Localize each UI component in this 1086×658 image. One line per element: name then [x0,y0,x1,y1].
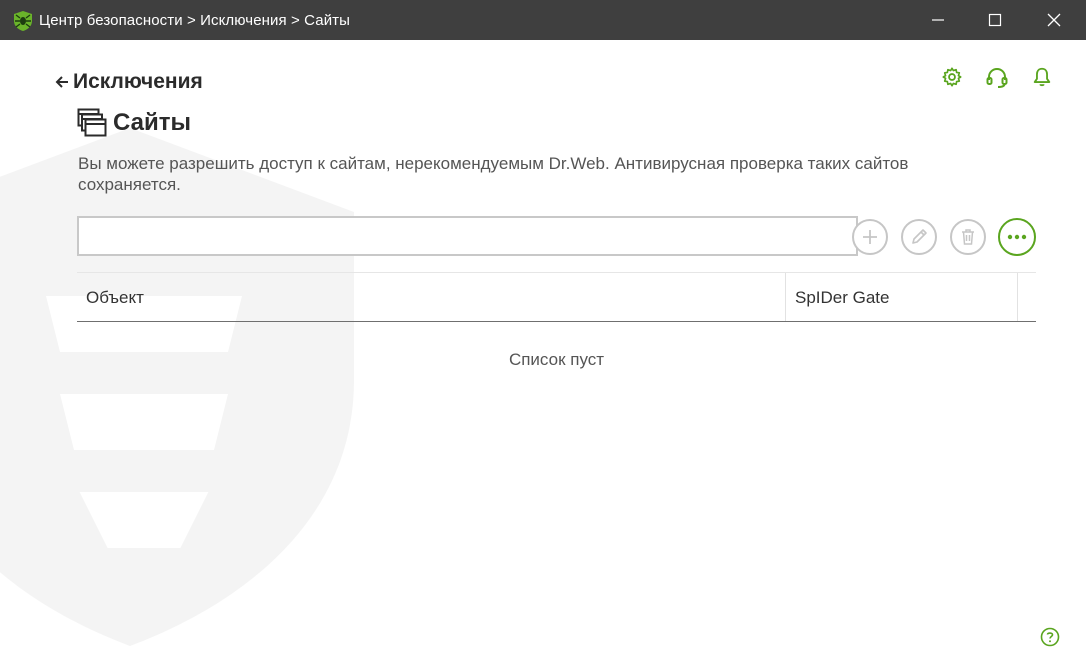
column-divider[interactable] [785,273,786,321]
gear-icon [942,67,962,87]
delete-button[interactable] [950,219,986,255]
support-button[interactable] [985,66,1009,95]
exclusions-table: Объект SpIDer Gate Список пуст [77,272,1036,369]
column-divider[interactable] [1017,273,1018,321]
arrow-left-icon [55,76,68,88]
add-button[interactable] [852,219,888,255]
minimize-button[interactable] [915,0,961,40]
column-header-spider-gate[interactable]: SpIDer Gate [795,273,890,321]
bell-icon [1033,67,1051,87]
pencil-icon [912,229,927,244]
window-title: Центр безопасности > Исключения > Сайты [39,12,351,29]
page-header: Сайты [77,108,191,138]
table-header: Объект SpIDer Gate [77,272,1036,322]
window-titlebar: Центр безопасности > Исключения > Сайты [0,0,1086,40]
minimize-icon [932,19,944,21]
back-label: Исключения [73,70,203,93]
settings-button[interactable] [941,66,963,93]
drweb-spider-icon [12,10,34,32]
maximize-icon [988,13,1002,27]
more-icon [1007,234,1027,240]
maximize-button[interactable] [972,0,1018,40]
column-header-object[interactable]: Объект [86,273,144,321]
trash-icon [962,229,974,245]
page-title: Сайты [113,109,191,136]
edit-button[interactable] [901,219,937,255]
close-button[interactable] [1031,0,1077,40]
more-button[interactable] [998,218,1036,256]
notifications-button[interactable] [1031,66,1053,93]
search-input[interactable] [77,216,858,256]
plus-icon [863,230,877,244]
question-icon [1040,627,1060,647]
empty-list-message: Список пуст [508,350,605,369]
back-button[interactable]: Исключения [55,70,203,94]
help-button[interactable] [1040,627,1060,652]
windows-stack-icon [77,108,107,137]
close-icon [1047,13,1061,27]
headset-icon [986,67,1008,88]
page-description: Вы можете разрешить доступ к сайтам, нер… [78,154,909,194]
